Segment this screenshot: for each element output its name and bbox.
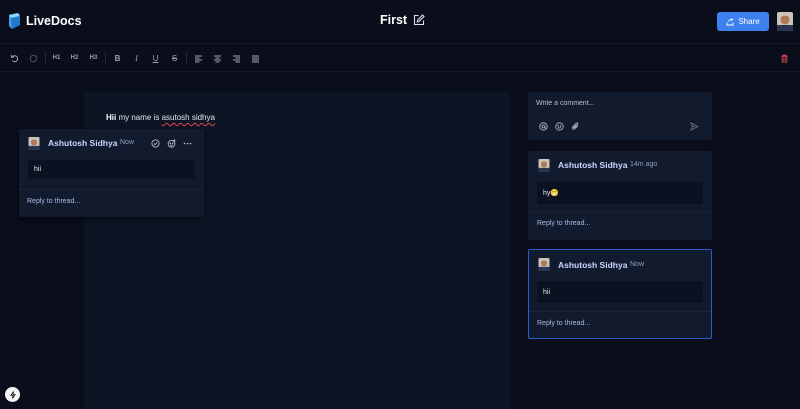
add-reaction-icon[interactable] <box>167 139 176 148</box>
mention-icon[interactable] <box>539 122 548 131</box>
reply-input[interactable]: Reply to thread... <box>537 320 590 327</box>
comment-author: Ashutosh Sidhya <box>558 160 628 170</box>
app-name: LiveDocs <box>26 14 82 28</box>
share-icon <box>726 17 734 25</box>
divider <box>529 311 711 312</box>
reply-input[interactable]: Reply to thread... <box>537 220 590 227</box>
divider <box>19 189 204 190</box>
align-justify-icon <box>252 55 259 62</box>
misspelled-text: asutosh sidhya <box>161 113 215 122</box>
undo-icon <box>10 54 19 62</box>
toolbar-divider <box>45 52 46 64</box>
align-left-button[interactable] <box>193 52 204 64</box>
align-justify-button[interactable] <box>250 52 261 64</box>
resolve-icon[interactable] <box>151 139 160 148</box>
delete-button[interactable] <box>779 52 790 64</box>
plain-text: my name is <box>116 113 162 122</box>
editor-content[interactable]: Hii my name is asutosh sidhya <box>106 113 215 122</box>
heading2-button[interactable]: H2 <box>69 52 80 64</box>
document-title-area: First <box>380 13 425 27</box>
comment-body: hii <box>537 281 703 303</box>
comment-time: 14m ago <box>630 161 658 168</box>
comment-composer <box>528 92 712 140</box>
top-bar: LiveDocs First Share <box>0 0 800 44</box>
redo-button[interactable] <box>28 52 39 64</box>
toolbar-divider <box>105 52 106 64</box>
share-label: Share <box>738 17 760 26</box>
italic-button[interactable]: I <box>131 52 142 64</box>
avatar <box>538 258 550 271</box>
comment-time: Now <box>630 261 645 268</box>
document-title[interactable]: First <box>380 13 407 27</box>
align-right-icon <box>233 55 240 62</box>
heading3-button[interactable]: H3 <box>88 52 99 64</box>
reply-input[interactable]: Reply to thread... <box>27 198 80 205</box>
emoji-icon[interactable] <box>555 122 564 131</box>
comment-author: Ashutosh Sidhya <box>48 138 118 148</box>
avatar <box>28 137 40 150</box>
logo-icon <box>9 13 20 29</box>
align-right-button[interactable] <box>231 52 242 64</box>
floating-comment-thread: Ashutosh Sidhya Now hii Reply to thread.… <box>19 129 204 217</box>
comment-thread-active: Ashutosh Sidhya Now hii Reply to thread.… <box>528 249 712 339</box>
share-button[interactable]: Share <box>717 12 769 31</box>
user-avatar[interactable] <box>777 12 793 31</box>
toolbar-divider <box>186 52 187 64</box>
strikethrough-button[interactable]: S <box>169 52 180 64</box>
comment-body: hy😁 <box>537 182 703 204</box>
align-center-button[interactable] <box>212 52 223 64</box>
quick-action-button[interactable] <box>5 387 20 402</box>
more-options-icon[interactable] <box>183 139 192 148</box>
underline-button[interactable]: U <box>150 52 161 64</box>
attachment-icon[interactable] <box>571 122 580 131</box>
heading1-button[interactable]: H1 <box>51 52 62 64</box>
comment-author: Ashutosh Sidhya <box>558 260 628 270</box>
align-center-icon <box>214 55 221 62</box>
format-toolbar: H1 H2 H3 B I U S <box>0 44 800 72</box>
send-icon[interactable] <box>690 122 699 131</box>
avatar-image <box>777 12 793 31</box>
comment-body: hii <box>28 160 195 179</box>
comment-time: Now <box>120 139 135 146</box>
bold-text: Hii <box>106 113 117 122</box>
comment-input[interactable] <box>536 100 696 107</box>
lightning-icon <box>9 390 16 399</box>
redo-icon <box>29 54 38 62</box>
edit-icon[interactable] <box>413 14 425 26</box>
avatar <box>538 159 550 172</box>
comment-thread: Ashutosh Sidhya 14m ago hy😁 Reply to thr… <box>528 151 712 240</box>
app-logo[interactable]: LiveDocs <box>8 13 82 29</box>
divider <box>528 212 712 213</box>
undo-button[interactable] <box>9 52 20 64</box>
align-left-icon <box>195 55 202 62</box>
bold-button[interactable]: B <box>112 52 123 64</box>
trash-icon <box>781 54 788 62</box>
